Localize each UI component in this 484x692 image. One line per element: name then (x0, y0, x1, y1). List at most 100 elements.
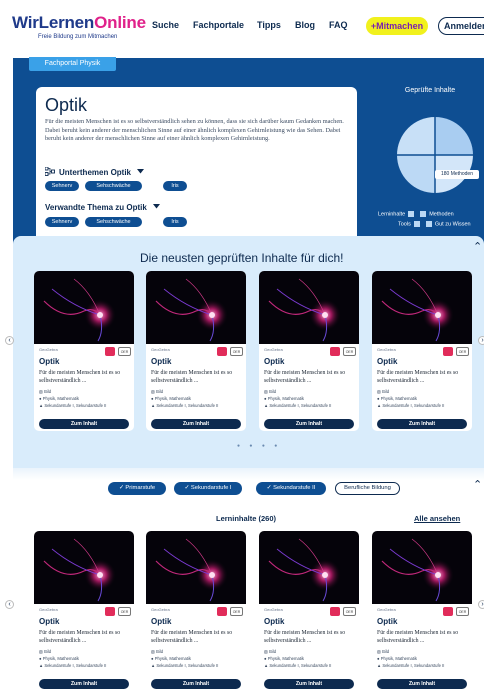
plasma-ball-image (268, 278, 341, 342)
card-type: ▧ Bild (151, 389, 164, 394)
subtopic-sehnerv[interactable]: Sehnerv (45, 181, 79, 191)
methods-count-tag: 180 Methoden (435, 170, 479, 179)
nav-faq[interactable]: FAQ (329, 20, 348, 30)
card-type-label: Bild (382, 389, 390, 394)
nav-blog[interactable]: Blog (295, 20, 315, 30)
card-type: ▧ Bild (377, 649, 390, 654)
card-levels: ▲ Sekundarstufe I, Sekundarstufe II (377, 663, 445, 668)
chevron-left-icon[interactable]: ‹ (5, 600, 14, 609)
bookmark-icon[interactable] (330, 347, 340, 356)
mitmachen-button[interactable]: +Mitmachen (366, 17, 428, 35)
oer-badge: OER (118, 347, 131, 356)
bookmark-icon[interactable] (217, 347, 227, 356)
topic-card: Optik Für die meisten Menschen ist es so… (36, 87, 357, 247)
fachportal-tab[interactable]: Fachportal Physik (29, 57, 116, 71)
verwandte-dropdown[interactable]: Verwandte Thema zu Optik (45, 203, 161, 212)
card-image[interactable] (372, 531, 472, 604)
card-levels: ▲ Sekundarstufe I, Sekundarstufe II (151, 663, 219, 668)
resource-card[interactable]: GeoGebra OER Optik Für die meisten Mensc… (259, 271, 359, 431)
related-sehschwaeche[interactable]: Sehschwäche (85, 217, 142, 227)
bookmark-icon[interactable] (443, 347, 453, 356)
resource-card[interactable]: GeoGebra OER Optik Für die meisten Mensc… (34, 271, 134, 431)
chevron-right-icon[interactable]: › (478, 600, 484, 609)
unterthemen-dropdown[interactable]: Unterthemen Optik (44, 166, 145, 177)
related-sehnerv[interactable]: Sehnerv (45, 217, 79, 227)
card-image[interactable] (259, 271, 359, 344)
oer-badge: OER (343, 607, 356, 616)
card-source: GeoGebra (39, 607, 58, 612)
zum-inhalt-button[interactable]: Zum Inhalt (264, 419, 354, 429)
filter-sekundarstufe-2[interactable]: ✓ Sekundarstufe II (256, 482, 326, 495)
resource-card[interactable]: GeoGebra OER Optik Für die meisten Mensc… (372, 271, 472, 431)
chevron-right-icon[interactable]: › (478, 336, 484, 345)
chevron-up-icon[interactable]: ⌃ (473, 240, 482, 253)
resource-card[interactable]: GeoGebra OER Optik Für die meisten Mensc… (146, 531, 246, 691)
carousel-dots[interactable]: ● ● ● ● (237, 443, 281, 449)
card-source: GeoGebra (151, 347, 170, 352)
oer-badge: OER (230, 607, 243, 616)
bookmark-icon[interactable] (217, 607, 227, 616)
oer-badge: OER (456, 347, 469, 356)
resource-card[interactable]: GeoGebra OER Optik Für die meisten Mensc… (259, 531, 359, 691)
resource-card[interactable]: GeoGebra OER Optik Für die meisten Mensc… (146, 271, 246, 431)
bookmark-icon[interactable] (105, 347, 115, 356)
resource-card[interactable]: GeoGebra OER Optik Für die meisten Mensc… (372, 531, 472, 691)
card-description: Für die meisten Menschen ist es so selbs… (377, 370, 459, 384)
zum-inhalt-button[interactable]: Zum Inhalt (151, 419, 241, 429)
related-iris[interactable]: Iris (163, 217, 187, 227)
card-levels-label: Sekundarstufe I, Sekundarstufe II (44, 663, 107, 668)
card-description: Für die meisten Menschen ist es so selbs… (151, 370, 233, 384)
card-subjects: ● Physik, Mathematik (264, 656, 305, 661)
bookmark-icon[interactable] (330, 607, 340, 616)
card-levels-label: Sekundarstufe I, Sekundarstufe II (382, 403, 445, 408)
plasma-ball-image (43, 278, 116, 342)
card-image[interactable] (34, 271, 134, 344)
alle-ansehen-link[interactable]: Alle ansehen (414, 514, 460, 523)
nav-fachportale[interactable]: Fachportale (193, 20, 244, 30)
card-title: Optik (264, 357, 285, 366)
page-title: Optik (45, 95, 88, 115)
card-image[interactable] (372, 271, 472, 344)
bookmark-icon[interactable] (105, 607, 115, 616)
plasma-ball-image (381, 538, 454, 602)
logo[interactable]: WirLernenOnline Freie Bildung zum Mitmac… (12, 13, 146, 40)
legend-row-1: Lerninhalte Methoden (378, 211, 454, 217)
filter-berufliche-bildung[interactable]: Berufliche Bildung (335, 482, 400, 495)
zum-inhalt-button[interactable]: Zum Inhalt (39, 679, 129, 689)
nav-tipps[interactable]: Tipps (257, 20, 281, 30)
card-title: Optik (377, 357, 398, 366)
oer-badge: OER (343, 347, 356, 356)
card-image[interactable] (34, 531, 134, 604)
oer-badge: OER (118, 607, 131, 616)
card-type: ▧ Bild (264, 649, 277, 654)
anmelden-button[interactable]: Anmelden (438, 17, 484, 35)
card-subjects-label: Physik, Mathematik (42, 656, 80, 661)
chevron-up-icon[interactable]: ⌃ (473, 478, 482, 491)
bookmark-icon[interactable] (443, 607, 453, 616)
resource-card[interactable]: GeoGebra OER Optik Für die meisten Mensc… (34, 531, 134, 691)
nav-suche[interactable]: Suche (152, 20, 179, 30)
card-subjects: ● Physik, Mathematik (151, 656, 192, 661)
filter-primarstufe[interactable]: ✓ Primarstufe (108, 482, 166, 495)
zum-inhalt-button[interactable]: Zum Inhalt (151, 679, 241, 689)
plasma-ball-image (268, 538, 341, 602)
card-image[interactable] (146, 271, 246, 344)
card-image[interactable] (259, 531, 359, 604)
card-type-label: Bild (269, 649, 277, 654)
zum-inhalt-button[interactable]: Zum Inhalt (377, 419, 467, 429)
filter-sekundarstufe-1[interactable]: ✓ Sekundarstufe I (174, 482, 242, 495)
topic-description: Für die meisten Menschen ist es so selbs… (45, 118, 344, 143)
zum-inhalt-button[interactable]: Zum Inhalt (264, 679, 354, 689)
card-image[interactable] (146, 531, 246, 604)
chevron-left-icon[interactable]: ‹ (5, 336, 14, 345)
subtopic-sehschwaeche[interactable]: Sehschwäche (85, 181, 142, 191)
caret-down-icon (153, 204, 161, 209)
card-source: GeoGebra (377, 607, 396, 612)
legend-methoden: Methoden (429, 211, 454, 218)
subtopic-iris[interactable]: Iris (163, 181, 187, 191)
card-levels: ▲ Sekundarstufe I, Sekundarstufe II (377, 403, 445, 408)
card-levels-label: Sekundarstufe I, Sekundarstufe II (269, 403, 332, 408)
card-subjects-label: Physik, Mathematik (154, 396, 192, 401)
zum-inhalt-button[interactable]: Zum Inhalt (377, 679, 467, 689)
zum-inhalt-button[interactable]: Zum Inhalt (39, 419, 129, 429)
